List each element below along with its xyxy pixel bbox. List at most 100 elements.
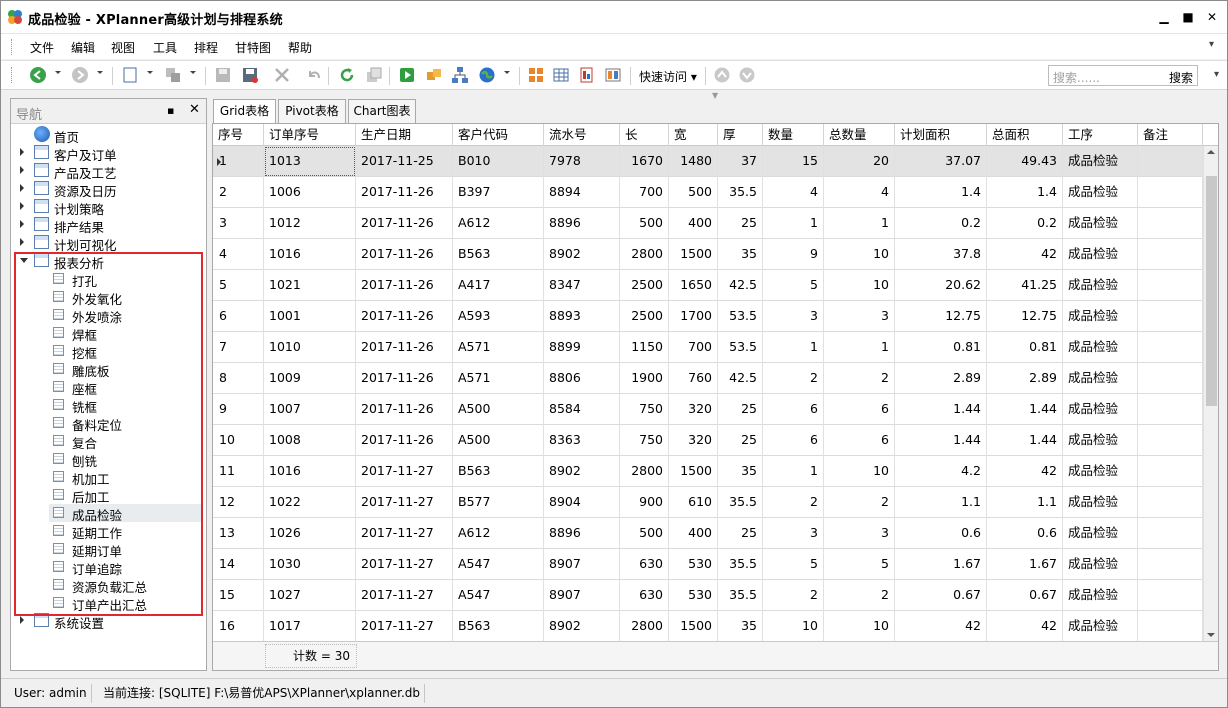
cell-order-no[interactable]: 1021: [264, 270, 356, 301]
menu-edit[interactable]: 编辑: [71, 39, 95, 56]
cell-qty[interactable]: 9: [763, 239, 824, 270]
cell-seq[interactable]: 1: [213, 146, 264, 177]
cell-production-date[interactable]: 2017-11-26: [356, 239, 453, 270]
cell-qty[interactable]: 1: [763, 208, 824, 239]
cell-length[interactable]: 500: [620, 518, 669, 549]
cell-customer-code[interactable]: A500: [453, 425, 544, 456]
cell-thickness[interactable]: 37: [718, 146, 763, 177]
cell-total-qty[interactable]: 2: [824, 487, 895, 518]
cell-serial-no[interactable]: 8584: [544, 394, 620, 425]
cell-thickness[interactable]: 42.5: [718, 270, 763, 301]
collapse-ribbon-icon[interactable]: ▼: [712, 91, 718, 100]
layout-grid-icon[interactable]: [527, 66, 545, 84]
cell-serial-no[interactable]: 8907: [544, 549, 620, 580]
cell-qty[interactable]: 4: [763, 177, 824, 208]
columns-icon[interactable]: [604, 66, 622, 84]
menu-view[interactable]: 视图: [111, 39, 135, 56]
menu-gantt[interactable]: 甘特图: [235, 39, 271, 56]
table-row[interactable]: 15 1027 2017-11-27 A547 8907 630 530 35.5 2 2 0.67…: [213, 580, 1203, 611]
report-item-frame-digging[interactable]: 挖框: [49, 342, 201, 361]
cell-total-area[interactable]: 0.2: [987, 208, 1063, 239]
cell-customer-code[interactable]: A547: [453, 580, 544, 611]
cell-plan-area[interactable]: 1.44: [895, 425, 987, 456]
cell-plan-area[interactable]: 20.62: [895, 270, 987, 301]
cell-order-no[interactable]: 1007: [264, 394, 356, 425]
sidebar-item-plan-strategy[interactable]: 计划策略: [11, 198, 201, 217]
cell-process[interactable]: 成品检验: [1063, 239, 1138, 270]
cell-total-qty[interactable]: 2: [824, 580, 895, 611]
sidebar-item-report-analysis[interactable]: 报表分析: [11, 252, 201, 271]
column-header-serial-no[interactable]: 流水号: [544, 124, 620, 146]
table-row[interactable]: 4 1016 2017-11-26 B563 8902 2800 1500 35 9 10 37.8…: [213, 239, 1203, 270]
cell-thickness[interactable]: 25: [718, 208, 763, 239]
cell-customer-code[interactable]: B577: [453, 487, 544, 518]
cell-thickness[interactable]: 35: [718, 611, 763, 642]
cell-process[interactable]: 成品检验: [1063, 580, 1138, 611]
cell-process[interactable]: 成品检验: [1063, 363, 1138, 394]
cell-process[interactable]: 成品检验: [1063, 456, 1138, 487]
cell-customer-code[interactable]: B563: [453, 456, 544, 487]
org-chart-icon[interactable]: [451, 66, 469, 84]
cell-process[interactable]: 成品检验: [1063, 549, 1138, 580]
sidebar-item-products-process[interactable]: 产品及工艺: [11, 162, 201, 181]
cell-seq[interactable]: 15: [213, 580, 264, 611]
cell-process[interactable]: 成品检验: [1063, 518, 1138, 549]
report-item-quality-inspection[interactable]: 成品检验: [49, 504, 201, 523]
cell-total-area[interactable]: 41.25: [987, 270, 1063, 301]
cell-plan-area[interactable]: 12.75: [895, 301, 987, 332]
report-item-outsourced-oxidation[interactable]: 外发氧化: [49, 288, 201, 307]
cell-total-qty[interactable]: 3: [824, 301, 895, 332]
cell-width[interactable]: 530: [669, 549, 718, 580]
cell-remark[interactable]: [1138, 363, 1203, 394]
cell-total-qty[interactable]: 20: [824, 146, 895, 177]
cell-process[interactable]: 成品检验: [1063, 332, 1138, 363]
report-item-planing-milling[interactable]: 刨铣: [49, 450, 201, 469]
cell-remark[interactable]: [1138, 425, 1203, 456]
cell-width[interactable]: 1500: [669, 456, 718, 487]
tab-grid[interactable]: Grid表格: [213, 99, 276, 124]
cell-order-no[interactable]: 1001: [264, 301, 356, 332]
cell-serial-no[interactable]: 8899: [544, 332, 620, 363]
cell-remark[interactable]: [1138, 456, 1203, 487]
cell-length[interactable]: 2500: [620, 301, 669, 332]
save-icon[interactable]: [214, 66, 232, 84]
cell-customer-code[interactable]: B397: [453, 177, 544, 208]
back-icon[interactable]: [29, 66, 47, 84]
window-icon[interactable]: [365, 66, 383, 84]
sidebar-item-resources-calendar[interactable]: 资源及日历: [11, 180, 201, 199]
vertical-scrollbar[interactable]: [1203, 146, 1218, 641]
cell-length[interactable]: 750: [620, 425, 669, 456]
cell-plan-area[interactable]: 0.67: [895, 580, 987, 611]
cell-production-date[interactable]: 2017-11-26: [356, 363, 453, 394]
cell-production-date[interactable]: 2017-11-26: [356, 394, 453, 425]
cell-total-qty[interactable]: 3: [824, 518, 895, 549]
cell-order-no[interactable]: 1009: [264, 363, 356, 394]
scroll-thumb[interactable]: [1206, 176, 1217, 406]
cell-remark[interactable]: [1138, 580, 1203, 611]
scroll-down-icon[interactable]: [1207, 633, 1215, 637]
table-row[interactable]: 5 1021 2017-11-26 A417 8347 2500 1650 42.5 5 10 20…: [213, 270, 1203, 301]
column-header-total-qty[interactable]: 总数量: [824, 124, 895, 146]
cell-remark[interactable]: [1138, 270, 1203, 301]
close-button[interactable]: ✕: [1205, 10, 1219, 24]
cell-serial-no[interactable]: 8902: [544, 239, 620, 270]
cell-plan-area[interactable]: 2.89: [895, 363, 987, 394]
cell-width[interactable]: 1500: [669, 239, 718, 270]
cell-production-date[interactable]: 2017-11-26: [356, 332, 453, 363]
cell-seq[interactable]: 2: [213, 177, 264, 208]
cell-seq[interactable]: 14: [213, 549, 264, 580]
expand-arrow-icon[interactable]: [20, 166, 24, 174]
cell-customer-code[interactable]: A612: [453, 208, 544, 239]
cell-thickness[interactable]: 35.5: [718, 580, 763, 611]
cell-process[interactable]: 成品检验: [1063, 208, 1138, 239]
cell-remark[interactable]: [1138, 332, 1203, 363]
copy-dropdown-icon[interactable]: [190, 71, 196, 74]
cell-qty[interactable]: 1: [763, 332, 824, 363]
quick-access-dropdown[interactable]: 快速访问 ▾: [639, 68, 697, 85]
cell-total-area[interactable]: 42: [987, 239, 1063, 270]
cell-seq[interactable]: 5: [213, 270, 264, 301]
table-row[interactable]: 2 1006 2017-11-26 B397 8894 700 500 35.5 4 4 1.4 1.…: [213, 177, 1203, 208]
cell-width[interactable]: 1650: [669, 270, 718, 301]
cell-seq[interactable]: 10: [213, 425, 264, 456]
cell-plan-area[interactable]: 0.2: [895, 208, 987, 239]
